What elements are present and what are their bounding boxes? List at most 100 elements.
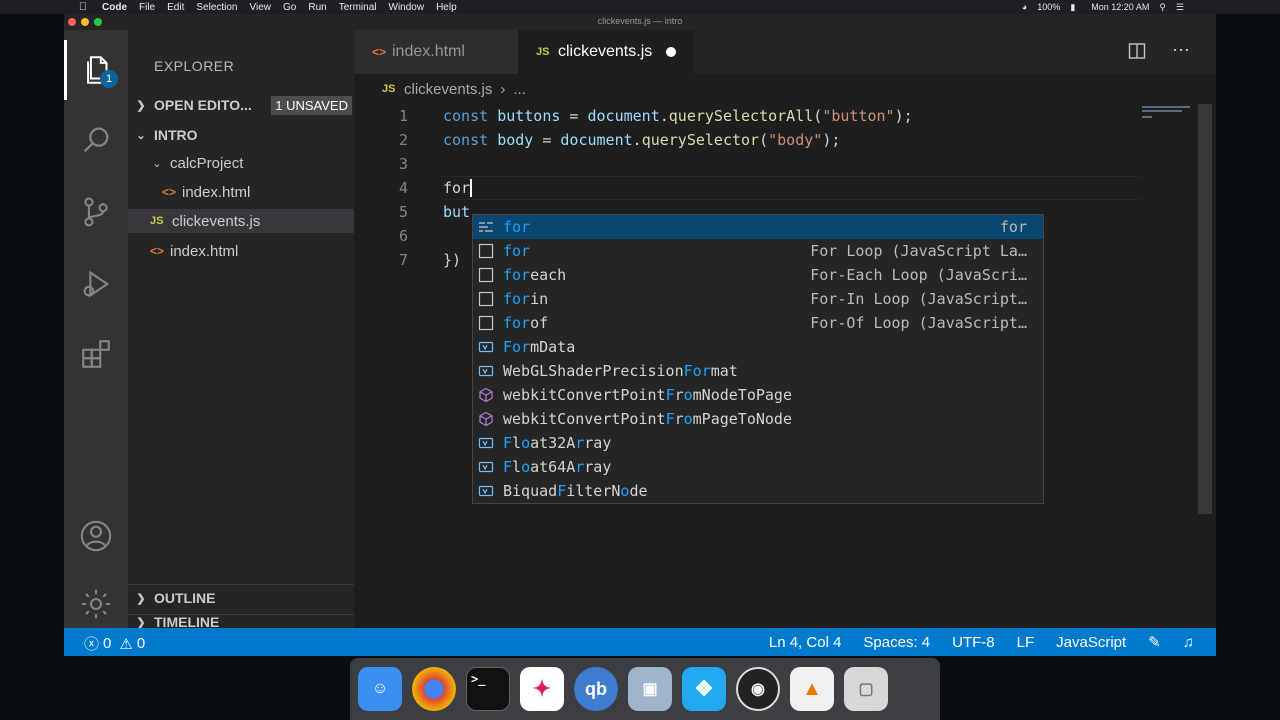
run-debug-activity-button[interactable] — [64, 254, 128, 314]
suggestion-label: for — [503, 242, 531, 260]
search-icon — [83, 127, 109, 153]
suggestion-item[interactable]: forin For-In Loop (JavaScript… — [473, 287, 1043, 311]
battery-percent[interactable]: 100% — [1037, 2, 1060, 12]
timeline-section[interactable]: ❯ TIMELINE — [128, 614, 354, 630]
language-mode[interactable]: JavaScript — [1056, 634, 1126, 651]
qbittorrent-icon[interactable]: qb — [574, 667, 618, 711]
suggestion-item[interactable]: Float32Array — [473, 431, 1043, 455]
suggestion-label: forin — [503, 290, 549, 308]
snippet-icon — [477, 266, 495, 284]
vscode-icon[interactable]: ❖ — [682, 667, 726, 711]
tree-file-clickevents-js[interactable]: JS clickevents.js — [128, 209, 354, 233]
chrome-icon[interactable] — [412, 667, 456, 711]
breadcrumb: JS clickevents.js › ... — [354, 76, 526, 102]
cursor-position[interactable]: Ln 4, Col 4 — [769, 634, 842, 651]
tab-actions: ⋯ — [1128, 41, 1190, 60]
suggestion-label: foreach — [503, 266, 567, 284]
outline-section[interactable]: ❯ OUTLINE — [128, 586, 354, 610]
menu-selection[interactable]: Selection — [196, 2, 237, 13]
breadcrumb-separator: › — [500, 80, 506, 98]
menu-terminal[interactable]: Terminal — [339, 2, 377, 13]
trash-icon[interactable]: ▢ — [844, 667, 888, 711]
code-operator: = — [533, 131, 561, 149]
code-line-1: 1 const buttons = document.querySelector… — [354, 104, 1204, 128]
wifi-icon[interactable]: ◕ — [1022, 2, 1027, 12]
finder-icon[interactable]: ☺ — [358, 667, 402, 711]
search-activity-button[interactable] — [64, 110, 128, 170]
warning-icon: ⚠ — [119, 635, 133, 653]
tab-clickevents-js[interactable]: JS clickevents.js — [518, 30, 694, 74]
suggestion-detail: For-In Loop (JavaScript… — [810, 290, 1027, 308]
menubar-clock[interactable]: Mon 12:20 AM — [1091, 2, 1149, 12]
battery-icon[interactable]: ▮ — [1070, 2, 1075, 13]
menu-list-icon[interactable]: ☰ — [1176, 2, 1184, 13]
menu-view[interactable]: View — [250, 2, 272, 13]
divider — [128, 584, 354, 585]
open-editors-section[interactable]: ❯ OPEN EDITO... 1 UNSAVED — [128, 93, 354, 117]
encoding[interactable]: UTF-8 — [952, 634, 995, 651]
vertical-scrollbar[interactable] — [1198, 104, 1212, 514]
breadcrumb-file[interactable]: clickevents.js — [404, 81, 492, 98]
suggestion-item[interactable]: BiquadFilterNode — [473, 479, 1043, 503]
explorer-activity-button[interactable]: 1 — [64, 40, 128, 100]
method-icon — [477, 386, 495, 404]
open-editors-label: OPEN EDITO... — [154, 97, 252, 113]
problems-indicator[interactable]: ⓧ 0 ⚠ 0 — [84, 633, 145, 654]
suggestion-detail: For-Of Loop (JavaScript… — [810, 314, 1027, 332]
suggestion-item[interactable]: webkitConvertPointFromNodeToPage — [473, 383, 1043, 407]
warning-count: 0 — [136, 635, 146, 652]
split-editor-icon[interactable] — [1128, 42, 1146, 60]
menu-code[interactable]: Code — [102, 2, 127, 13]
feedback-icon[interactable]: ✎ — [1148, 633, 1161, 651]
run-debug-icon — [83, 270, 110, 298]
folder-intro[interactable]: ⌄ INTRO — [128, 123, 354, 147]
more-actions-icon[interactable]: ⋯ — [1172, 41, 1190, 60]
indentation[interactable]: Spaces: 4 — [863, 634, 930, 651]
chevron-down-icon: ⌄ — [152, 157, 162, 170]
explorer-sidebar: EXPLORER ❯ OPEN EDITO... 1 UNSAVED ⌄ INT… — [128, 30, 354, 630]
suggestion-item[interactable]: Float64Array — [473, 455, 1043, 479]
unsaved-dot-icon[interactable] — [666, 47, 677, 57]
variable-icon — [477, 482, 495, 500]
accounts-activity-button[interactable] — [64, 506, 128, 566]
minimap[interactable] — [1142, 104, 1200, 124]
suggestion-item[interactable]: forof For-Of Loop (JavaScript… — [473, 311, 1043, 335]
tree-file-calc-index-html[interactable]: <> index.html — [128, 180, 354, 204]
apple-icon[interactable]:  — [76, 1, 90, 13]
suggestion-item[interactable]: webkitConvertPointFromPageToNode — [473, 407, 1043, 431]
suggestion-item[interactable]: for For Loop (JavaScript La… — [473, 239, 1043, 263]
code-line-2: 2 const body = document.querySelector("b… — [354, 128, 1204, 152]
tree-file-index-html[interactable]: <> index.html — [128, 239, 354, 263]
folder-intro-label: INTRO — [154, 127, 198, 143]
menu-run[interactable]: Run — [308, 2, 326, 13]
bell-icon[interactable]: ♫ — [1183, 634, 1194, 651]
menu-window[interactable]: Window — [389, 2, 425, 13]
obs-icon[interactable]: ◉ — [736, 667, 780, 711]
source-control-activity-button[interactable] — [64, 182, 128, 242]
vlc-icon[interactable]: ▲ — [790, 667, 834, 711]
manage-activity-button[interactable] — [64, 574, 128, 634]
preview-icon[interactable]: ▣ — [628, 667, 672, 711]
suggestion-item[interactable]: for for — [473, 215, 1043, 239]
end-of-line[interactable]: LF — [1017, 634, 1035, 651]
breadcrumb-more[interactable]: ... — [513, 81, 526, 98]
macos-menubar:  Code File Edit Selection View Go Run T… — [0, 0, 1280, 14]
chevron-right-icon: ❯ — [136, 592, 146, 605]
menu-edit[interactable]: Edit — [167, 2, 184, 13]
extensions-activity-button[interactable] — [64, 324, 128, 384]
terminal-icon[interactable]: >_ — [466, 667, 510, 711]
suggestion-item[interactable]: FormData — [473, 335, 1043, 359]
menu-go[interactable]: Go — [283, 2, 296, 13]
slack-icon[interactable]: ✦ — [520, 667, 564, 711]
code-editor[interactable]: 1 const buttons = document.querySelector… — [354, 104, 1216, 628]
tab-label: index.html — [392, 43, 465, 60]
tree-folder-calcproject[interactable]: ⌄ calcProject — [128, 151, 354, 175]
suggestion-item[interactable]: foreach For-Each Loop (JavaScri… — [473, 263, 1043, 287]
tab-index-html[interactable]: <> index.html — [354, 30, 518, 74]
suggestion-item[interactable]: WebGLShaderPrecisionFormat — [473, 359, 1043, 383]
chevron-right-icon: ❯ — [136, 99, 146, 112]
spotlight-search-icon[interactable]: ⚲ — [1159, 2, 1166, 13]
menu-help[interactable]: Help — [436, 2, 457, 13]
snippet-icon — [477, 314, 495, 332]
menu-file[interactable]: File — [139, 2, 155, 13]
